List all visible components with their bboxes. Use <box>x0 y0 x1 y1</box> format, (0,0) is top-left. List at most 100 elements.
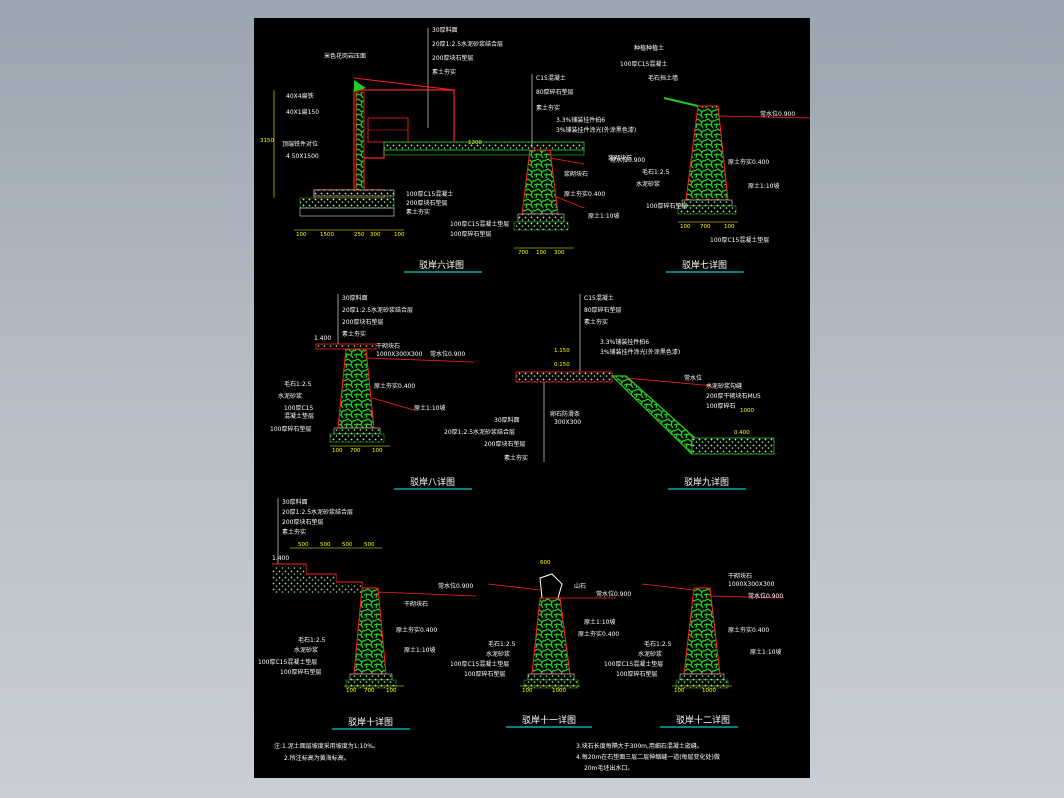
d7-label-10: 100厚C15混凝土垫层 <box>710 236 769 244</box>
d9-label-13: 素土夯实 <box>504 454 528 462</box>
d6-dim-1: 1500 <box>320 232 334 238</box>
d6-mid-1: 80厚碎石垫层 <box>536 88 574 96</box>
d8-layer-2: 200厚块石垫层 <box>342 318 383 326</box>
d10-label-7: 100厚碎石垫层 <box>280 668 321 676</box>
d6-dim-10: 3150 <box>260 138 274 144</box>
d10-wall <box>353 587 387 675</box>
d6-lower-1: 200厚块石垫层 <box>406 199 447 207</box>
d11-wall <box>531 597 571 675</box>
d6-layer-3: 素土夯实 <box>432 68 456 76</box>
detail-6: 30厚料面 20厚1:2.5水泥砂浆结合层 200厚块石垫层 素土夯实 米色花岗… <box>260 26 645 273</box>
d8-layer-1: 20厚1:2.5水泥砂浆结合层 <box>342 306 413 314</box>
d8-label-4: 原土夯实0.400 <box>374 382 415 390</box>
d10-dim-0: 500 <box>298 542 309 548</box>
d11-label-7: 100厚C15混凝土垫层 <box>450 660 509 668</box>
d7-label-9: 原土1:10坡 <box>748 182 779 190</box>
d8-label-2: 1000X300X300 <box>376 351 423 358</box>
d10-label-1: 常水位0.900 <box>438 582 473 590</box>
d6-right-2: 原土夯实0.400 <box>564 190 605 198</box>
d10-label-0: 1.400 <box>272 555 289 562</box>
d10-dim-6: 100 <box>386 688 397 694</box>
d9-layer-0: C15混凝土 <box>584 294 614 302</box>
d6-mid-4: 3%铺装挂件涂光(外涂黑色漆) <box>556 126 636 134</box>
d6-left-2: 40X1扁150 <box>286 108 319 116</box>
d12-label-4: 毛石1:2.5 <box>644 640 672 648</box>
d8-label-7: 100厚C15 <box>284 405 313 412</box>
detail-8: 30厚料面 20厚1:2.5水泥砂浆结合层 200厚块石垫层 素土夯实 1.40… <box>270 294 475 490</box>
d9-label-11: 20厚1:2.5水泥砂浆结合层 <box>444 428 515 436</box>
d6-right-labels: 常水位0.900 浆砌块石 原土夯实0.400 原土1:10坡 <box>564 156 645 220</box>
d10-label-6: 100厚C15混凝土垫层 <box>258 658 317 666</box>
d12-label-3: 原土夯实0.400 <box>728 626 769 634</box>
d10-steps <box>272 566 362 594</box>
d8-label-10: 原土1:10坡 <box>414 404 445 412</box>
d9-label-14: 卵石防滑条 <box>550 410 580 418</box>
d9-label-2: 1.150 <box>554 348 570 354</box>
d7-label-2: 毛石挡土墙 <box>648 74 678 82</box>
d10-dim-1: 500 <box>320 542 331 548</box>
d6-layer-1: 20厚1:2.5水泥砂浆结合层 <box>432 40 503 48</box>
d11-label-5: 毛石1:2.5 <box>488 640 516 648</box>
d8-label-5: 毛石1:2.5 <box>284 380 312 388</box>
d9-deck <box>515 371 613 383</box>
d6-dim-2: 250 <box>354 232 365 238</box>
d6-left-4: 4 50X1500 <box>286 153 319 160</box>
d12-label-8: 原土1:10坡 <box>750 648 781 656</box>
d12-label-7: 100厚碎石垫层 <box>616 670 657 678</box>
d9-label-1: 3%铺装挂件涂光(外涂黑色漆) <box>600 348 680 356</box>
d12-dim-1: 1000 <box>702 688 716 694</box>
d11-rock <box>539 573 563 599</box>
d11-dim-0: 100 <box>522 688 533 694</box>
d12-label-2: 常水位0.900 <box>748 592 783 600</box>
d6-dim-5: 1200 <box>468 140 482 146</box>
d7-wall <box>685 105 729 201</box>
d9-label-7: 100厚碎石 <box>706 402 735 410</box>
d9-label-12: 200厚块石垫层 <box>484 440 525 448</box>
d11-label-1: 山石 <box>574 582 586 590</box>
d8-wall <box>337 348 375 429</box>
note-left-1: 注:1.泥土面层坡度采用坡度为1:10%。 <box>274 742 379 750</box>
d10-layer-0: 30厚料面 <box>282 498 308 506</box>
d9-label-8: 1000 <box>740 408 754 414</box>
d9-label-5: 水泥砂浆勾缝 <box>706 382 742 390</box>
d12-label-1: 1000X300X300 <box>728 581 775 588</box>
d9-label-6: 200厚干砌块石MU5 <box>706 392 761 400</box>
d11-label-4: 原土夯实0.400 <box>578 630 619 638</box>
d9-label-15: 300X300 <box>554 419 581 426</box>
detail-11: 600 山石 常水位0.900 原土1:10坡 原土夯实0.400 毛石1:2.… <box>450 560 631 728</box>
d9-label-4: 常水位 <box>684 374 702 382</box>
d10-label-3: 原土夯实0.400 <box>396 626 437 634</box>
d10-dim-2: 500 <box>342 542 353 548</box>
d10-label-8: 原土1:10坡 <box>404 646 435 654</box>
d12-title: 驳岸十二详图 <box>676 714 730 726</box>
d10-layer-2: 200厚块石垫层 <box>282 518 323 526</box>
d10-step-dims: 500 500 500 500 <box>290 542 382 549</box>
d6-lower-0: 100厚C15混凝土 <box>406 190 453 198</box>
d8-dimensions: 100 700 100 <box>330 445 390 454</box>
d8-label-6: 水泥砂浆 <box>278 392 302 400</box>
d7-label-7: 水泥砂浆 <box>636 180 660 188</box>
d10-label-5: 水泥砂浆 <box>294 646 318 654</box>
d6-mid-3: 3.3%铺装挂件拍6 <box>556 116 605 124</box>
d6-dim-3: 300 <box>370 232 381 238</box>
d6-left-3: 顶端铁件对位 <box>282 140 318 148</box>
d6-mid-0: C15混凝土 <box>536 74 566 82</box>
d6-layer-0: 30厚料面 <box>432 26 458 34</box>
d8-dim-1: 700 <box>350 448 361 454</box>
d10-label-4: 毛石1:2.5 <box>298 636 326 644</box>
d7-label-6: 毛石1:2.5 <box>642 168 670 176</box>
detail-10: 30厚料面 20厚1:2.5水泥砂浆结合层 200厚块石垫层 素土夯实 500 … <box>258 498 477 730</box>
d6-lower-3: 100厚C15混凝土垫层 <box>450 220 509 228</box>
d8-layer-0: 30厚料面 <box>342 294 368 302</box>
d6-lower-labels: 100厚C15混凝土 200厚块石垫层 素土夯实 100厚C15混凝土垫层 10… <box>406 190 509 238</box>
d12-label-5: 水泥砂浆 <box>638 650 662 658</box>
d6-dim-6: 300 <box>554 250 565 256</box>
note-right-3: 20m毛坯出水口。 <box>584 764 633 772</box>
d6-title: 驳岸六详图 <box>419 259 464 271</box>
d6-layer-2: 200厚块石垫层 <box>432 54 473 62</box>
d11-label-0: 600 <box>540 560 551 566</box>
d7-label-5: 原土夯实0.400 <box>728 158 769 166</box>
d7-dim-0: 100 <box>680 224 691 230</box>
d6-dim-4: 100 <box>394 232 405 238</box>
d7-dimensions: 100 700 100 <box>678 221 738 230</box>
